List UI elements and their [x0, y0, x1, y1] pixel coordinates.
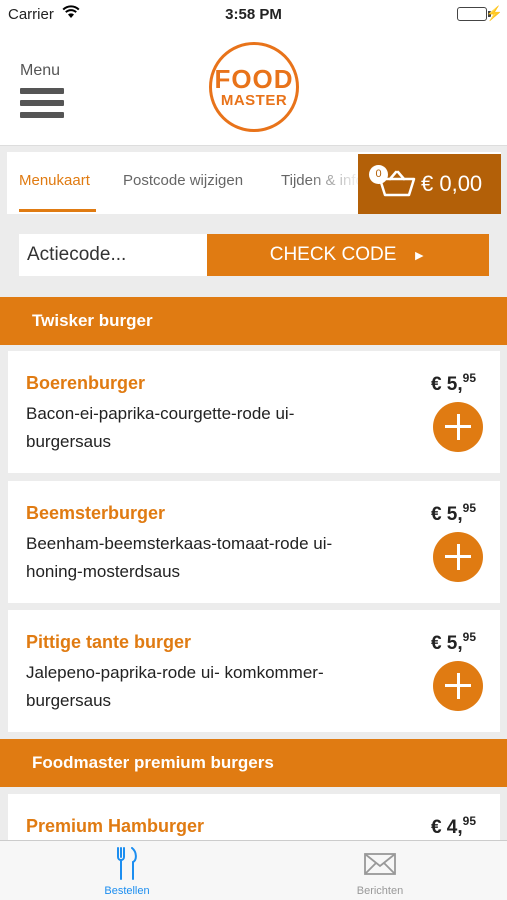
price-cents: 95 — [462, 630, 476, 644]
app-header: Menu FOOD MASTER — [0, 28, 507, 146]
menu-item-price: € 4,95 — [431, 814, 476, 839]
tab-bestellen-label: Bestellen — [104, 885, 150, 897]
menu-item-name: Premium Hamburger — [26, 816, 205, 836]
hamburger-icon — [20, 88, 64, 124]
status-time: 3:58 PM — [225, 6, 282, 23]
bottom-tab-bar: Bestellen Berichten — [0, 840, 507, 900]
add-to-cart-button[interactable] — [433, 402, 483, 452]
tab-menukaart[interactable]: Menukaart — [19, 172, 90, 189]
price-main: € 5, — [430, 633, 463, 654]
menu-item-description: Jalepeno-paprika-rode ui- komkommer-burg… — [26, 663, 324, 710]
menu-item-price: € 5,95 — [431, 371, 476, 396]
price-cents: 95 — [462, 371, 476, 385]
tab-berichten-label: Berichten — [356, 885, 404, 897]
tab-bestellen[interactable]: Bestellen — [67, 847, 187, 897]
price-main: € 5, — [430, 504, 463, 525]
status-bar: Carrier 3:58 PM ⚡ — [0, 0, 507, 28]
menu-item-name: Pittige tante burger — [26, 632, 192, 652]
section-header: Foodmaster premium burgers — [0, 739, 507, 787]
tab-berichten[interactable]: Berichten — [320, 847, 440, 897]
menu-item-description: Bacon-ei-paprika-courgette-rode ui-burge… — [26, 404, 295, 451]
add-to-cart-button[interactable] — [433, 532, 483, 582]
charging-icon: ⚡ — [485, 5, 503, 21]
cart-total: € 0,00 — [421, 171, 483, 196]
menu-item-card: Beemsterburger Beenham-beemsterkaas-toma… — [8, 481, 500, 603]
price-main: € 5, — [430, 374, 463, 395]
logo-line-2: MASTER — [220, 91, 288, 109]
menu-item-card: Pittige tante burger Jalepeno-paprika-ro… — [8, 610, 500, 732]
menu-item-price: € 5,95 — [431, 501, 476, 526]
check-code-label: CHECK CODE — [269, 244, 397, 265]
action-code-input[interactable] — [19, 234, 208, 276]
envelope-icon — [320, 847, 440, 881]
menu-button[interactable]: Menu — [20, 62, 70, 122]
play-arrow-icon: ► — [412, 247, 427, 263]
price-cents: 95 — [462, 501, 476, 515]
menu-item-description: Beenham-beemsterkaas-tomaat-rode ui-honi… — [26, 534, 333, 581]
battery-icon — [457, 7, 487, 21]
menu-item-card: Boerenburger Bacon-ei-paprika-courgette-… — [8, 351, 500, 473]
add-to-cart-button[interactable] — [433, 661, 483, 711]
menu-item-name: Beemsterburger — [26, 503, 166, 523]
tab-fade — [307, 152, 362, 214]
menu-item-price: € 5,95 — [431, 630, 476, 655]
price-main: € 4, — [430, 817, 463, 838]
foodmaster-logo: FOOD MASTER — [209, 42, 299, 132]
fork-knife-icon — [67, 847, 187, 881]
menu-item-name: Boerenburger — [26, 373, 146, 393]
check-code-button[interactable]: CHECK CODE ► — [207, 234, 489, 276]
logo-line-1: FOOD — [214, 63, 294, 94]
tab-postcode-wijzigen[interactable]: Postcode wijzigen — [123, 172, 243, 189]
cart-button[interactable]: 0 € 0,00 — [358, 154, 501, 214]
price-cents: 95 — [462, 814, 476, 828]
menu-label: Menu — [20, 62, 61, 79]
cart-count-badge: 0 — [369, 165, 388, 184]
active-tab-indicator — [19, 209, 96, 212]
section-header: Twisker burger — [0, 297, 507, 345]
